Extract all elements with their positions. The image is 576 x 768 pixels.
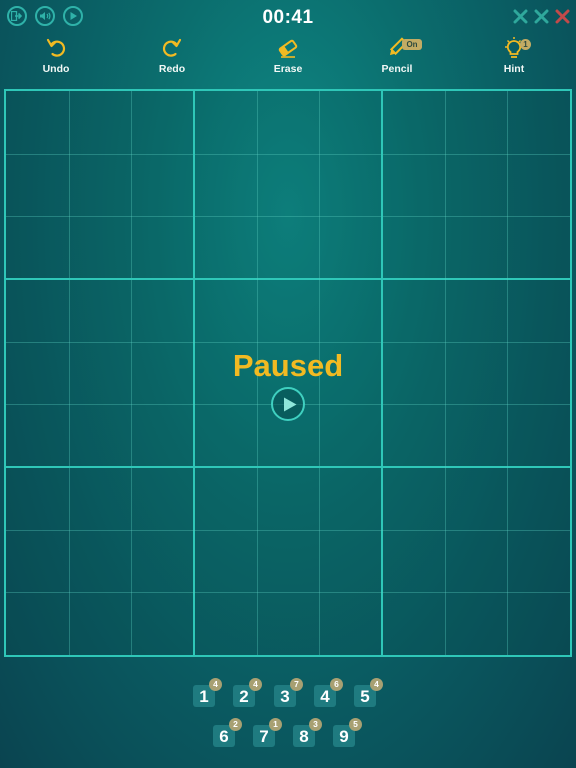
number-key-digit: 2 (239, 687, 249, 706)
redo-button[interactable]: Redo (132, 36, 212, 78)
grid-line-horizontal (6, 342, 570, 343)
remaining-count-badge: 4 (370, 678, 383, 691)
mistake-mark-2 (534, 9, 549, 24)
remaining-count-badge: 5 (349, 718, 362, 731)
remaining-count-badge: 4 (209, 678, 222, 691)
grid-line-horizontal (6, 592, 570, 593)
hint-button[interactable]: 1 Hint (474, 36, 554, 78)
number-key-3[interactable]: 37 (274, 678, 303, 707)
undo-icon (46, 38, 66, 57)
box-divider-horizontal (6, 466, 570, 468)
pencil-label: Pencil (381, 63, 413, 75)
number-key-digit: 5 (360, 687, 370, 706)
close-icon (534, 9, 549, 28)
number-key-8[interactable]: 83 (293, 718, 322, 747)
redo-icon (162, 38, 182, 57)
remaining-count-badge: 4 (249, 678, 262, 691)
play-icon (284, 397, 297, 412)
game-timer: 00:41 (262, 7, 314, 28)
number-key-2[interactable]: 24 (233, 678, 262, 707)
number-key-1[interactable]: 14 (193, 678, 222, 707)
remaining-count-badge: 1 (269, 718, 282, 731)
remaining-count-badge: 3 (309, 718, 322, 731)
toolbar: Undo Redo Erase On Pencil 1 Hint (0, 36, 576, 78)
number-key-digit: 1 (199, 687, 209, 706)
resume-button[interactable] (271, 387, 305, 421)
number-key-digit: 3 (280, 687, 290, 706)
grid-line-horizontal (6, 154, 570, 155)
hint-label: Hint (503, 63, 525, 75)
number-key-5[interactable]: 54 (354, 678, 383, 707)
number-key-7[interactable]: 71 (253, 718, 282, 747)
number-key-digit: 8 (299, 727, 309, 746)
top-bar: 00:41 (0, 0, 576, 34)
box-divider-horizontal (6, 278, 570, 280)
number-key-digit: 7 (259, 727, 269, 746)
erase-label: Erase (273, 63, 303, 75)
eraser-icon (278, 39, 298, 58)
grid-line-horizontal (6, 216, 570, 217)
undo-button[interactable]: Undo (16, 36, 96, 78)
redo-label: Redo (158, 63, 186, 75)
number-key-digit: 6 (219, 727, 229, 746)
remaining-count-badge: 2 (229, 718, 242, 731)
close-icon (555, 9, 570, 28)
number-key-9[interactable]: 95 (333, 718, 362, 747)
mistake-mark-3 (555, 9, 570, 24)
hint-count-badge: 1 (520, 39, 531, 50)
number-key-digit: 4 (320, 687, 330, 706)
paused-title: Paused (232, 348, 344, 383)
grid-line-horizontal (6, 530, 570, 531)
erase-button[interactable]: Erase (248, 36, 328, 78)
number-key-digit: 9 (339, 727, 349, 746)
number-key-4[interactable]: 46 (314, 678, 343, 707)
undo-label: Undo (42, 63, 70, 75)
remaining-count-badge: 7 (290, 678, 303, 691)
number-key-6[interactable]: 62 (213, 718, 242, 747)
pencil-button[interactable]: On Pencil (357, 36, 437, 78)
mistake-mark-1 (513, 9, 528, 24)
close-icon (513, 9, 528, 28)
remaining-count-badge: 6 (330, 678, 343, 691)
pencil-status-badge: On (402, 39, 422, 50)
